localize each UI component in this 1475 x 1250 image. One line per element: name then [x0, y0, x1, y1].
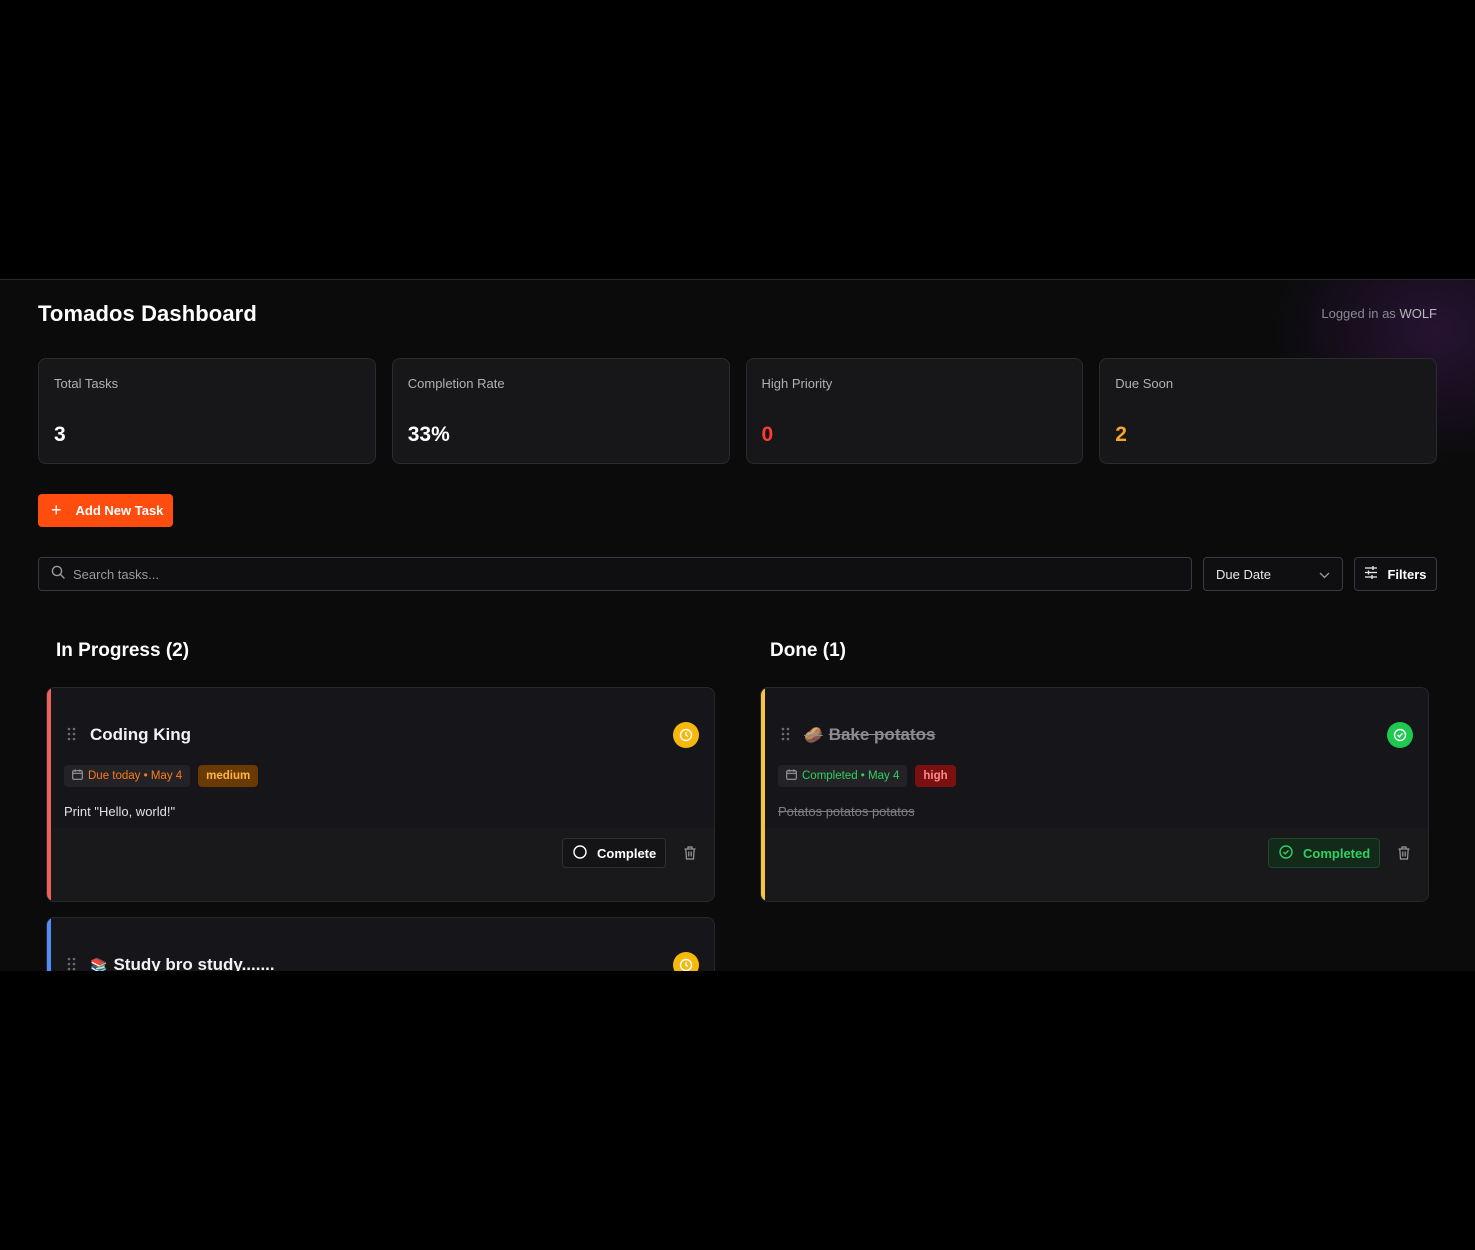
stat-value: 0 — [761, 423, 774, 446]
clock-icon — [673, 722, 699, 748]
column-title-in-progress: In Progress (2) — [56, 640, 190, 661]
column-title-done: Done (1) — [770, 640, 846, 661]
stat-label: Total Tasks — [54, 376, 119, 391]
task-title: 📚 Study bro study....... — [90, 955, 275, 971]
task-title-text: Study bro study....... — [113, 955, 275, 971]
plus-icon: + — [51, 499, 62, 520]
sliders-icon — [1364, 566, 1378, 582]
search-icon — [51, 565, 65, 584]
drag-handle-icon[interactable] — [67, 957, 76, 971]
completed-label: Completed — [1303, 845, 1371, 861]
task-emoji: 🥔 — [804, 727, 823, 744]
completed-date-text: Completed • May 4 — [802, 770, 900, 782]
search-bar[interactable] — [38, 557, 1192, 591]
stats-row: Total Tasks 3 Completion Rate 33% High P… — [38, 358, 1437, 464]
sort-select[interactable]: Due Date — [1203, 557, 1343, 591]
stat-label: Due Soon — [1115, 376, 1174, 391]
complete-label: Complete — [597, 845, 657, 861]
circle-icon — [573, 844, 587, 862]
stat-label: Completion Rate — [407, 376, 505, 391]
stat-label: High Priority — [761, 376, 833, 391]
task-card-study[interactable]: 📚 Study bro study....... — [46, 917, 715, 971]
header: Tomados Dashboard Logged in as WOLF — [38, 300, 1437, 330]
task-card-bake-potatos[interactable]: 🥔 Bake potatos Completed • May 4 high Po… — [760, 687, 1429, 902]
username: WOLF — [1399, 306, 1437, 321]
stat-card-due-soon: Due Soon 2 — [1099, 358, 1437, 464]
stat-value: 33% — [407, 423, 450, 446]
priority-badge: high — [915, 765, 956, 787]
stat-card-total-tasks: Total Tasks 3 — [38, 358, 376, 464]
task-card-coding-king[interactable]: Coding King Due today • May 4 medium Pri… — [46, 687, 715, 902]
task-emoji: 📚 — [90, 956, 108, 972]
sort-value: Due Date — [1216, 566, 1271, 582]
stat-value: 2 — [1115, 423, 1127, 446]
clock-icon — [673, 952, 699, 971]
task-title: Coding King — [90, 725, 191, 745]
chevron-down-icon — [1319, 567, 1330, 582]
stat-card-high-priority: High Priority 0 — [745, 358, 1084, 464]
trash-icon[interactable] — [684, 846, 696, 865]
add-new-task-label: Add New Task — [75, 503, 164, 518]
filters-button[interactable]: Filters — [1354, 557, 1437, 591]
task-title-text: Coding King — [90, 725, 192, 744]
logged-in-prefix: Logged in as — [1321, 306, 1396, 321]
stat-value: 3 — [54, 423, 66, 446]
calendar-icon — [786, 769, 797, 783]
priority-badge: medium — [198, 765, 259, 787]
task-description: Print "Hello, world!" — [64, 804, 176, 819]
task-meta: Completed • May 4 high — [778, 765, 956, 787]
drag-handle-icon[interactable] — [67, 727, 76, 746]
task-description: Potatos potatos potatos — [778, 804, 915, 819]
page-title: Tomados Dashboard — [38, 301, 257, 326]
due-date-text: Due today • May 4 — [88, 770, 183, 782]
logged-in-status: Logged in as WOLF — [1321, 306, 1437, 321]
filters-label: Filters — [1387, 566, 1427, 582]
trash-icon[interactable] — [1398, 846, 1410, 865]
completed-button[interactable]: Completed — [1268, 838, 1380, 868]
check-circle-icon — [1279, 844, 1293, 862]
calendar-icon — [72, 769, 83, 783]
completed-date-chip: Completed • May 4 — [778, 765, 908, 787]
stat-card-completion-rate: Completion Rate 33% — [391, 358, 730, 464]
dashboard-viewport: Tomados Dashboard Logged in as WOLF Tota… — [0, 279, 1475, 971]
task-title-text: Bake potatos — [828, 725, 936, 744]
card-accent-bar — [47, 918, 51, 971]
due-date-chip: Due today • May 4 — [64, 765, 191, 787]
task-meta: Due today • May 4 medium — [64, 765, 259, 787]
complete-button[interactable]: Complete — [562, 838, 666, 868]
check-circle-icon — [1387, 722, 1413, 748]
search-input[interactable] — [73, 566, 1153, 582]
add-new-task-button[interactable]: + Add New Task — [38, 494, 173, 527]
task-title: 🥔 Bake potatos — [804, 725, 935, 745]
drag-handle-icon[interactable] — [781, 727, 790, 746]
